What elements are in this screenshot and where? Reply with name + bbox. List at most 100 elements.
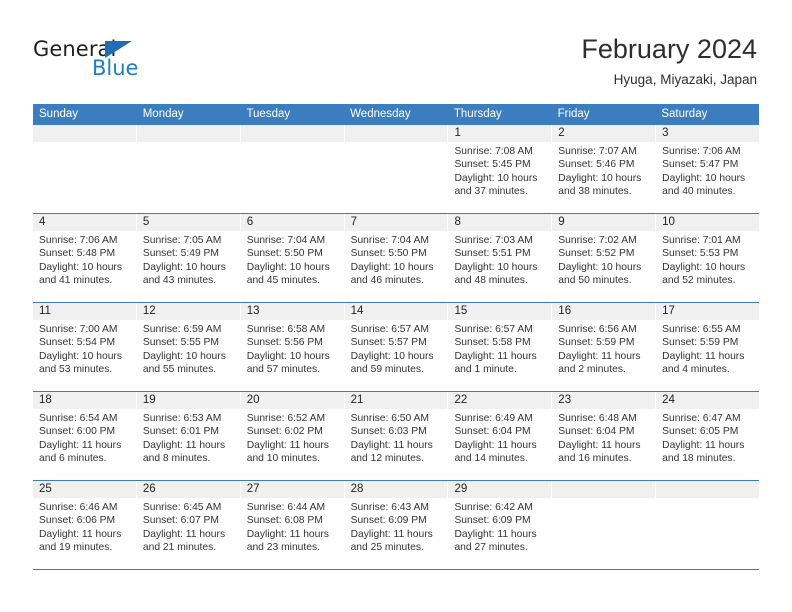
calendar-day-cell[interactable]: 1 Sunrise: 7:08 AM Sunset: 5:45 PM Daylight… xyxy=(448,125,553,213)
day-details: Sunrise: 6:55 AM Sunset: 5:59 PM Daylight:… xyxy=(656,320,759,377)
day-details xyxy=(345,142,448,145)
daylight-text: Daylight: 11 hours xyxy=(142,439,226,451)
daylight-text: Daylight: 11 hours xyxy=(246,528,329,540)
day-number: 22 xyxy=(454,394,468,406)
calendar-day-cell[interactable]: 19 Sunrise: 6:53 AM Sunset: 6:01 PM Dayligh… xyxy=(136,392,241,480)
calendar-day-cell[interactable]: 25 Sunrise: 6:46 AM Sunset: 6:06 PM Dayligh… xyxy=(33,481,137,569)
sunrise-text: Sunrise: 6:49 AM xyxy=(454,413,533,424)
sunset-text: Sunset: 5:53 PM xyxy=(662,248,739,260)
day-details: Sunrise: 6:43 AM Sunset: 6:09 PM Daylight:… xyxy=(345,498,448,555)
day-number-band: 25 xyxy=(33,481,136,498)
daylight-text: Daylight: 10 hours xyxy=(142,350,226,362)
calendar-day-cell[interactable]: 5 Sunrise: 7:05 AM Sunset: 5:49 PM Daylight… xyxy=(136,214,241,302)
day-number-band: 16 xyxy=(552,303,656,320)
day-details: Sunrise: 6:47 AM Sunset: 6:05 PM Daylight:… xyxy=(656,409,759,466)
sunset-text: Sunset: 5:45 PM xyxy=(454,159,531,171)
calendar-day-cell[interactable]: 18 Sunrise: 6:54 AM Sunset: 6:00 PM Dayligh… xyxy=(33,392,137,480)
calendar-day-cell[interactable]: 8 Sunrise: 7:03 AM Sunset: 5:51 PM Daylight… xyxy=(448,214,553,302)
day-number: 3 xyxy=(662,127,669,139)
day-details: Sunrise: 7:05 AM Sunset: 5:49 PM Daylight:… xyxy=(137,231,240,288)
daylight-text: Daylight: 11 hours xyxy=(350,528,433,540)
calendar-day-cell[interactable]: 14 Sunrise: 6:57 AM Sunset: 5:57 PM Dayligh… xyxy=(344,303,449,391)
calendar-day-cell[interactable]: 29 Sunrise: 6:42 AM Sunset: 6:09 PM Dayligh… xyxy=(448,481,553,569)
day-number-band: 11 xyxy=(33,303,136,320)
daylight-text: Daylight: 11 hours xyxy=(558,350,641,362)
weekday-header-saturday: Saturday xyxy=(661,108,708,120)
day-number: 11 xyxy=(39,305,51,317)
day-number: 7 xyxy=(350,216,357,228)
daylight-text-cont: and 48 minutes. xyxy=(454,275,528,287)
daylight-text-cont: and 57 minutes. xyxy=(246,364,320,376)
day-details xyxy=(33,142,136,145)
calendar-day-cell[interactable]: 9 Sunrise: 7:02 AM Sunset: 5:52 PM Daylight… xyxy=(552,214,657,302)
daylight-text-cont: and 14 minutes. xyxy=(454,453,528,465)
day-details: Sunrise: 7:04 AM Sunset: 5:50 PM Daylight:… xyxy=(241,231,344,288)
sunrise-text: Sunrise: 7:08 AM xyxy=(454,146,533,157)
calendar-day-cell[interactable]: 21 Sunrise: 6:50 AM Sunset: 6:03 PM Dayligh… xyxy=(344,392,449,480)
calendar-day-cell[interactable]: 3 Sunrise: 7:06 AM Sunset: 5:47 PM Daylight… xyxy=(656,125,760,213)
calendar-day-cell[interactable]: 12 Sunrise: 6:59 AM Sunset: 5:55 PM Dayligh… xyxy=(136,303,241,391)
day-number: 15 xyxy=(454,305,468,317)
day-details: Sunrise: 7:03 AM Sunset: 5:51 PM Daylight:… xyxy=(448,231,551,288)
day-details: Sunrise: 6:56 AM Sunset: 5:59 PM Daylight:… xyxy=(552,320,655,377)
day-number: 16 xyxy=(558,305,572,317)
sunset-text: Sunset: 5:47 PM xyxy=(662,159,739,171)
day-number: 27 xyxy=(246,483,260,495)
daylight-text-cont: and 41 minutes. xyxy=(39,275,113,287)
sunset-text: Sunset: 6:03 PM xyxy=(350,426,427,438)
calendar-day-cell[interactable]: 24 Sunrise: 6:47 AM Sunset: 6:05 PM Dayligh… xyxy=(656,392,760,480)
daylight-text-cont: and 46 minutes. xyxy=(350,275,424,287)
day-number-band xyxy=(656,481,760,498)
sunrise-text: Sunrise: 7:03 AM xyxy=(454,235,533,246)
calendar-day-cell[interactable]: 20 Sunrise: 6:52 AM Sunset: 6:02 PM Dayligh… xyxy=(240,392,345,480)
day-details: Sunrise: 6:53 AM Sunset: 6:01 PM Daylight:… xyxy=(137,409,240,466)
calendar-day-cell[interactable]: 6 Sunrise: 7:04 AM Sunset: 5:50 PM Daylight… xyxy=(240,214,345,302)
day-number: 20 xyxy=(246,394,260,406)
calendar-day-cell[interactable]: 10 Sunrise: 7:01 AM Sunset: 5:53 PM Dayligh… xyxy=(656,214,760,302)
day-number: 2 xyxy=(558,127,565,139)
calendar-day-cell[interactable]: 7 Sunrise: 7:04 AM Sunset: 5:50 PM Daylight… xyxy=(344,214,449,302)
sunset-text: Sunset: 6:09 PM xyxy=(350,515,427,527)
calendar-day-cell-empty xyxy=(33,125,137,213)
day-number-band: 13 xyxy=(240,303,344,320)
daylight-text: Daylight: 10 hours xyxy=(558,172,642,184)
calendar-day-cell[interactable]: 13 Sunrise: 6:58 AM Sunset: 5:56 PM Dayligh… xyxy=(240,303,345,391)
sunset-text: Sunset: 6:07 PM xyxy=(142,515,219,527)
day-number: 5 xyxy=(142,216,150,228)
daylight-text-cont: and 16 minutes. xyxy=(558,453,632,465)
daylight-text-cont: and 21 minutes. xyxy=(142,542,217,554)
calendar-day-cell[interactable]: 27 Sunrise: 6:44 AM Sunset: 6:08 PM Dayligh… xyxy=(240,481,345,569)
calendar-day-cell[interactable]: 11 Sunrise: 7:00 AM Sunset: 5:54 PM Dayligh… xyxy=(33,303,137,391)
calendar-day-cell[interactable]: 15 Sunrise: 6:57 AM Sunset: 5:58 PM Dayligh… xyxy=(448,303,553,391)
sunrise-text: Sunrise: 6:43 AM xyxy=(350,502,429,513)
day-number-band: 24 xyxy=(656,392,760,409)
calendar-day-cell[interactable]: 4 Sunrise: 7:06 AM Sunset: 5:48 PM Daylight… xyxy=(33,214,137,302)
day-number: 1 xyxy=(454,127,461,139)
day-details: Sunrise: 6:44 AM Sunset: 6:08 PM Daylight:… xyxy=(241,498,344,555)
calendar-week-row: 1 Sunrise: 7:08 AM Sunset: 5:45 PM Daylight… xyxy=(33,125,760,214)
calendar-day-cell[interactable]: 23 Sunrise: 6:48 AM Sunset: 6:04 PM Dayligh… xyxy=(552,392,657,480)
calendar-day-cell[interactable]: 17 Sunrise: 6:55 AM Sunset: 5:59 PM Dayligh… xyxy=(656,303,760,391)
calendar-day-cell[interactable]: 28 Sunrise: 6:43 AM Sunset: 6:09 PM Dayligh… xyxy=(344,481,449,569)
day-number: 25 xyxy=(39,483,52,495)
daylight-text: Daylight: 11 hours xyxy=(350,439,433,451)
day-number-band: 5 xyxy=(136,214,240,231)
calendar-day-cell[interactable]: 22 Sunrise: 6:49 AM Sunset: 6:04 PM Dayligh… xyxy=(448,392,553,480)
calendar-day-cell[interactable]: 2 Sunrise: 7:07 AM Sunset: 5:46 PM Daylight… xyxy=(552,125,657,213)
sunset-text: Sunset: 5:59 PM xyxy=(662,337,739,349)
day-number-band: 1 xyxy=(448,125,552,142)
calendar-day-cell[interactable]: 16 Sunrise: 6:56 AM Sunset: 5:59 PM Dayligh… xyxy=(552,303,657,391)
sunset-text: Sunset: 6:06 PM xyxy=(39,515,116,527)
sunset-text: Sunset: 5:52 PM xyxy=(558,248,635,260)
calendar-day-cell[interactable]: 26 Sunrise: 6:45 AM Sunset: 6:07 PM Dayligh… xyxy=(136,481,241,569)
day-number: 23 xyxy=(558,394,572,406)
daylight-text: Daylight: 11 hours xyxy=(558,439,641,451)
day-number-band xyxy=(344,125,448,142)
sunrise-text: Sunrise: 6:59 AM xyxy=(142,324,222,335)
day-number-band: 29 xyxy=(448,481,552,498)
daylight-text-cont: and 53 minutes. xyxy=(39,364,113,376)
daylight-text: Daylight: 10 hours xyxy=(39,350,122,362)
general-blue-logo[interactable]: General Blue xyxy=(33,38,233,86)
day-number-band: 14 xyxy=(344,303,448,320)
daylight-text: Daylight: 10 hours xyxy=(246,350,330,362)
